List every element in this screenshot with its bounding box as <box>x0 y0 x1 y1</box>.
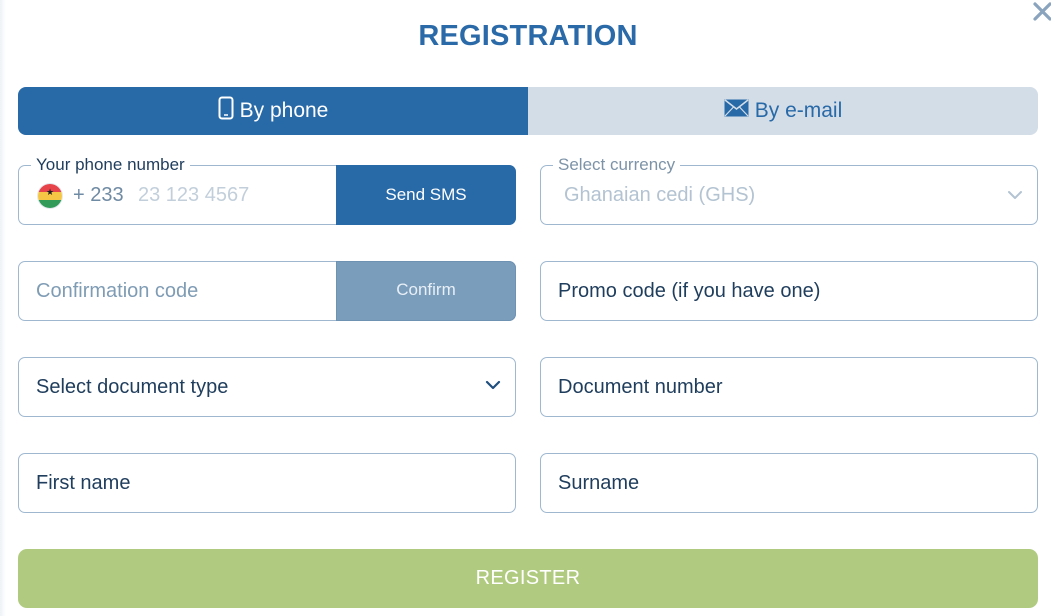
register-button[interactable]: REGISTER <box>18 549 1038 608</box>
tab-label: By e-mail <box>754 99 843 122</box>
confirm-button[interactable]: Confirm <box>336 261 516 321</box>
send-sms-button[interactable]: Send SMS <box>336 165 516 225</box>
phone-icon <box>218 96 234 126</box>
mail-icon <box>724 99 749 123</box>
registration-tabs: By phone By e-mail <box>18 87 1038 135</box>
first-name-input[interactable]: First name <box>18 453 516 513</box>
currency-select[interactable]: Select currency Ghanaian cedi (GHS) <box>540 155 1038 225</box>
chevron-down-icon <box>1006 186 1024 204</box>
phone-number-field: Your phone number ★ + 233 23 123 4567 Se… <box>18 155 516 225</box>
close-icon[interactable] <box>1030 0 1051 28</box>
document-type-placeholder: Select document type <box>36 376 229 398</box>
tab-label: By phone <box>239 99 329 122</box>
modal-edge-shadow <box>0 0 6 616</box>
surname-input[interactable]: Surname <box>540 453 1038 513</box>
document-number-placeholder: Document number <box>558 376 723 398</box>
tab-by-phone[interactable]: By phone <box>18 87 528 135</box>
surname-placeholder: Surname <box>558 472 640 494</box>
chevron-down-icon <box>484 376 502 394</box>
dial-code: + 233 <box>73 184 124 206</box>
promo-code-placeholder: Promo code (if you have one) <box>558 280 821 302</box>
confirmation-code-input[interactable]: Confirmation code <box>36 262 198 320</box>
document-type-select[interactable]: Select document type <box>18 357 516 417</box>
document-number-input[interactable]: Document number <box>540 357 1038 417</box>
page-title: REGISTRATION <box>418 20 638 52</box>
phone-input[interactable]: 23 123 4567 <box>138 166 249 224</box>
tab-by-email[interactable]: By e-mail <box>528 87 1038 135</box>
confirmation-code-field: Confirmation code Confirm <box>18 261 516 321</box>
promo-code-input[interactable]: Promo code (if you have one) <box>540 261 1038 321</box>
currency-value: Ghanaian cedi (GHS) <box>564 184 756 206</box>
ghana-flag-icon[interactable]: ★ <box>38 184 62 208</box>
first-name-placeholder: First name <box>36 472 131 494</box>
